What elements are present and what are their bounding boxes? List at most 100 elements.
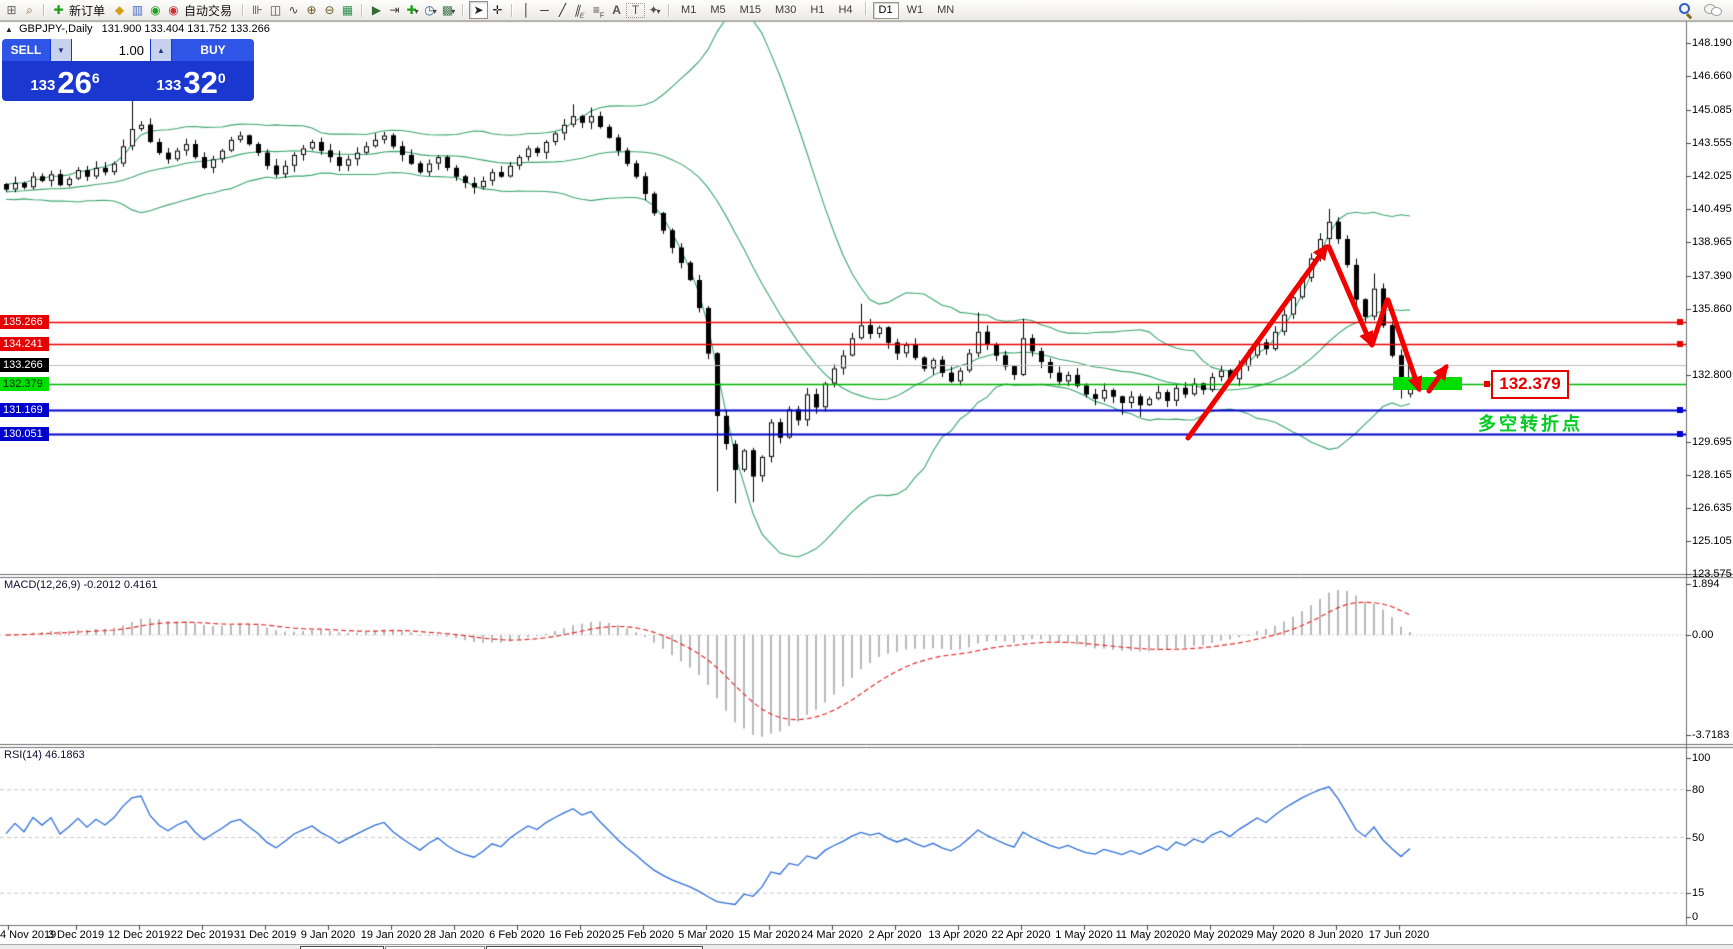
- price-tick: 137.390: [1692, 270, 1732, 282]
- quote-row: 133 26 6 133 32 0: [2, 61, 254, 101]
- candlestick-chart-icon[interactable]: ◫: [267, 2, 284, 18]
- trendline-icon[interactable]: ╱: [554, 2, 571, 18]
- zoom-out-icon[interactable]: ⊖: [321, 2, 338, 18]
- price-level-label: 131.169: [0, 403, 49, 417]
- date-tick: 28 Jan 2020: [424, 929, 485, 941]
- vertical-line-icon[interactable]: │: [518, 2, 535, 18]
- terminal-icon[interactable]: ▥: [129, 2, 146, 18]
- timeframe-MN[interactable]: MN: [931, 2, 960, 19]
- bid-pipette: 6: [92, 70, 100, 86]
- mt4-window: ⊞ ⌕ ✚ 新订单 ◆ ▥ ◉ ◉ 自动交易 ⊪ ◫ ∿ ⊕ ⊖ ▦ ▶ ⇥ ✚…: [0, 0, 1733, 949]
- zoom-in-icon[interactable]: ⊕: [303, 2, 320, 18]
- buy-button[interactable]: BUY: [172, 39, 254, 61]
- price-chart-canvas[interactable]: [0, 0, 1733, 949]
- price-tick: 128.165: [1692, 469, 1732, 481]
- periods-icon[interactable]: ◷▾: [422, 2, 439, 18]
- cursor-icon[interactable]: ➤: [469, 1, 488, 19]
- date-tick: 25 Feb 2020: [612, 929, 674, 941]
- timeframe-M5[interactable]: M5: [704, 2, 731, 19]
- timeframe-H1[interactable]: H1: [804, 2, 830, 19]
- rsi-tick: 0: [1692, 911, 1698, 923]
- toolbar: ⊞ ⌕ ✚ 新订单 ◆ ▥ ◉ ◉ 自动交易 ⊪ ◫ ∿ ⊕ ⊖ ▦ ▶ ⇥ ✚…: [0, 0, 1733, 21]
- price-level-label: 133.266: [0, 358, 49, 372]
- date-tick: 2 Apr 2020: [868, 929, 921, 941]
- rsi-tick: 80: [1692, 784, 1704, 796]
- date-tick: 3 Dec 2019: [48, 929, 104, 941]
- search-icon[interactable]: [1678, 3, 1692, 17]
- one-click-trading-panel: SELL ▼ ▲ BUY 133 26 6 133 32 0: [2, 39, 254, 101]
- arrows-icon[interactable]: ✦▾: [646, 2, 663, 18]
- price-tick: 132.800: [1692, 369, 1732, 381]
- auto-scroll-icon[interactable]: ▶: [368, 2, 385, 18]
- pivot-note-text[interactable]: 多空转折点: [1478, 410, 1583, 436]
- chat-icon[interactable]: [1704, 4, 1722, 16]
- price-tick: 145.085: [1692, 104, 1732, 116]
- new-order-icon[interactable]: ✚: [50, 2, 67, 18]
- price-tick: 125.105: [1692, 535, 1732, 547]
- chart-title-bar: ▲ GBPJPY-,Daily 131.900 133.404 131.752 …: [5, 23, 276, 35]
- separator: [865, 2, 867, 15]
- horizontal-line-icon[interactable]: ─: [536, 2, 553, 18]
- separator: [242, 4, 244, 17]
- price-tick: 140.495: [1692, 203, 1732, 215]
- price-level-label: 132.379: [0, 377, 49, 391]
- fibonacci-icon[interactable]: ≡F: [590, 2, 607, 18]
- date-tick: 13 Apr 2020: [928, 929, 987, 941]
- separator: [668, 4, 670, 17]
- bar-chart-icon[interactable]: ⊪: [249, 2, 266, 18]
- price-tick: 126.635: [1692, 502, 1732, 514]
- volume-increase-button[interactable]: ▲: [151, 39, 171, 61]
- auto-trading-icon[interactable]: ◉: [165, 2, 182, 18]
- date-tick: 8 Jun 2020: [1309, 929, 1363, 941]
- chart-window-icon[interactable]: ⊞: [3, 2, 20, 18]
- bid-big-figure: 133: [30, 77, 55, 94]
- palette-icon[interactable]: ◆: [111, 2, 128, 18]
- date-tick: 9 Jan 2020: [301, 929, 355, 941]
- date-tick: 5 Mar 2020: [678, 929, 734, 941]
- chart-icon: ▲: [5, 25, 13, 34]
- support-highlight-bar[interactable]: [1393, 377, 1462, 390]
- volume-decrease-button[interactable]: ▼: [51, 39, 71, 61]
- date-tick: 31 Dec 2019: [234, 929, 296, 941]
- ask-price: 133 32 0: [128, 61, 254, 101]
- price-tick: 138.965: [1692, 236, 1732, 248]
- order-controls-row: SELL ▼ ▲ BUY: [2, 39, 254, 61]
- price-level-label: 134.241: [0, 337, 49, 351]
- ask-big-figure: 133: [156, 77, 181, 94]
- text-label-icon[interactable]: T: [626, 3, 645, 18]
- timeframe-group: M1M5M15M30H1H4 D1W1MN: [675, 2, 960, 19]
- date-tick: 16 Feb 2020: [549, 929, 611, 941]
- separator: [462, 4, 464, 17]
- ask-pipette: 0: [218, 70, 226, 86]
- timeframe-H4[interactable]: H4: [832, 2, 858, 19]
- timeframe-D1[interactable]: D1: [873, 2, 899, 19]
- timeframe-M1[interactable]: M1: [675, 2, 702, 19]
- timeframe-W1[interactable]: W1: [901, 2, 930, 19]
- macd-tick: 0.00: [1692, 629, 1713, 641]
- bid-price: 133 26 6: [2, 61, 128, 101]
- volume-input[interactable]: [72, 39, 150, 61]
- timeframe-M30[interactable]: M30: [769, 2, 802, 19]
- signals-icon[interactable]: ◉: [147, 2, 164, 18]
- equidistant-channel-icon[interactable]: ∥E: [570, 2, 591, 18]
- date-tick: 22 Dec 2019: [171, 929, 233, 941]
- price-tick: 143.555: [1692, 137, 1732, 149]
- rsi-tick: 15: [1692, 887, 1704, 899]
- timeframe-M15[interactable]: M15: [734, 2, 767, 19]
- text-icon[interactable]: A: [608, 2, 625, 18]
- chart-shift-icon[interactable]: ⇥: [386, 2, 403, 18]
- date-tick: 1 May 2020: [1055, 929, 1112, 941]
- date-tick: 12 Dec 2019: [108, 929, 170, 941]
- new-order-label[interactable]: 新订单: [69, 2, 105, 19]
- indicators-icon[interactable]: ✚▾: [404, 2, 421, 18]
- level-price-box[interactable]: 132.379: [1491, 370, 1569, 399]
- macd-tick: 1.894: [1692, 578, 1720, 590]
- line-chart-icon[interactable]: ∿: [285, 2, 302, 18]
- data-window-icon[interactable]: ⌕: [21, 2, 38, 18]
- price-level-label: 130.051: [0, 427, 49, 441]
- tile-windows-icon[interactable]: ▦: [339, 2, 356, 18]
- sell-button[interactable]: SELL: [2, 39, 50, 61]
- templates-icon[interactable]: ▩▾: [440, 2, 457, 18]
- auto-trading-label[interactable]: 自动交易: [184, 2, 232, 19]
- crosshair-icon[interactable]: ✛: [489, 2, 506, 18]
